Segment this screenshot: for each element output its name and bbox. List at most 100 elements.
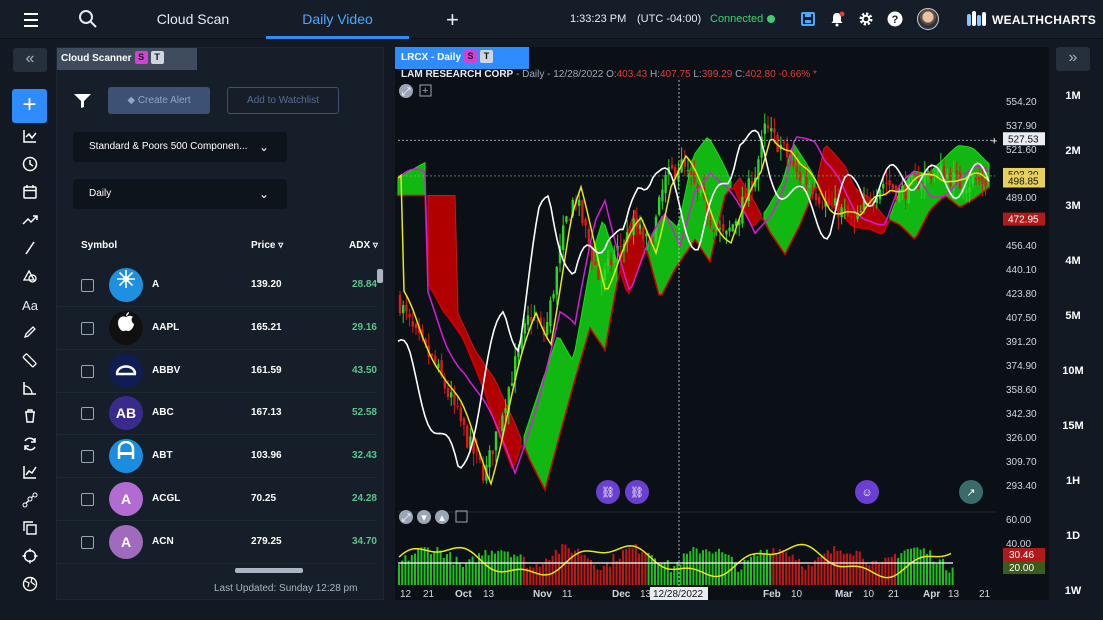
timezone[interactable]: (UTC -04:00) (637, 13, 701, 25)
candle-body (450, 392, 453, 398)
timeframe-15m[interactable]: 15M (1056, 420, 1090, 432)
timeframe-1d[interactable]: 1D (1056, 530, 1090, 542)
table-row[interactable]: AB ABC 167.13 52.58 (57, 392, 377, 436)
emoji-icon-glyph: ☺ (861, 487, 872, 499)
osc-bar (852, 555, 855, 585)
row-checkbox[interactable] (81, 321, 94, 335)
adx-filter-icon[interactable]: ▿ (373, 240, 378, 251)
price-chart[interactable]: 60.0040.0030.4620.00 554.20537.90521.605… (395, 47, 1049, 600)
tab-cloud-scanner[interactable]: Cloud Scanner S T (57, 48, 197, 70)
candle-body (843, 209, 846, 211)
row-symbol[interactable]: ACGL (152, 493, 180, 504)
create-alert-button[interactable]: ◆ Create Alert (108, 87, 210, 114)
row-symbol[interactable]: ABBV (152, 365, 180, 376)
horizontal-scrollbar[interactable] (235, 568, 303, 573)
timeframe-1w[interactable]: 1W (1056, 585, 1090, 597)
company-logo-text: A (120, 533, 132, 550)
row-adx: 52.58 (351, 407, 377, 419)
search-icon[interactable] (78, 9, 98, 34)
col-adx-header[interactable]: ADX ▿ (349, 240, 378, 251)
add-to-watchlist-button[interactable]: Add to Watchlist (227, 87, 339, 114)
osc-bar (538, 566, 541, 585)
row-symbol[interactable]: AAPL (152, 322, 179, 333)
osc-bar (855, 550, 858, 585)
price-tick-label: 342.30 (1006, 409, 1037, 420)
collapse-left-button[interactable]: « (13, 48, 47, 72)
price-filter-icon[interactable]: ▿ (278, 240, 283, 251)
table-row[interactable]: A ACGL 70.25 24.28 (57, 478, 377, 521)
tab-cloud-scan[interactable]: Cloud Scan (145, 0, 241, 39)
candle-body (405, 304, 408, 312)
trend-arrow-icon[interactable] (20, 212, 40, 232)
row-checkbox[interactable] (81, 493, 94, 506)
row-symbol[interactable]: ACN (152, 536, 174, 547)
refresh-icon[interactable] (20, 436, 40, 456)
chart-panel[interactable]: LRCX - Daily S T LAM RESEARCH CORP - Daily… (395, 47, 1049, 600)
table-row[interactable]: AAPL 165.21 29.16 (57, 307, 377, 350)
shapes-icon[interactable] (20, 268, 40, 288)
help-icon[interactable]: ? (887, 11, 903, 27)
table-row[interactable]: ABBV 161.59 43.50 (57, 350, 377, 393)
row-checkbox[interactable] (81, 450, 94, 464)
timeframe-3m[interactable]: 3M (1056, 200, 1090, 212)
gear-icon[interactable] (858, 11, 874, 27)
candle-body (981, 175, 984, 184)
table-row[interactable]: ABT 103.96 32.43 (57, 435, 377, 479)
badge-t[interactable]: T (150, 51, 164, 64)
col-symbol-header[interactable]: Symbol (81, 240, 117, 251)
candle-body (619, 245, 622, 248)
candle-body (728, 227, 731, 232)
ruler-icon[interactable] (20, 352, 40, 372)
osc-bar (455, 556, 458, 585)
osc-bar (532, 567, 535, 585)
candle-body (459, 407, 462, 422)
row-checkbox[interactable] (81, 279, 94, 292)
timeframe-2m[interactable]: 2M (1056, 145, 1090, 157)
row-checkbox[interactable] (81, 364, 94, 378)
target-icon[interactable] (20, 548, 40, 568)
filter-icon[interactable] (74, 94, 91, 113)
trash-icon[interactable] (20, 408, 40, 428)
universe-select[interactable]: Standard & Poors 500 Componen... ⌄ (73, 132, 287, 162)
timeframe-4m[interactable]: 4M (1056, 255, 1090, 267)
interval-select[interactable]: Daily ⌄ (73, 179, 287, 209)
osc-bar (631, 548, 634, 585)
timeframe-1m[interactable]: 1M (1056, 90, 1090, 102)
tab-daily-video[interactable]: Daily Video (266, 0, 409, 39)
avatar[interactable] (917, 8, 939, 30)
col-price-header[interactable]: Price ▿ (251, 240, 283, 251)
pencil-icon[interactable] (20, 324, 40, 344)
row-checkbox[interactable] (81, 535, 94, 549)
menu-icon[interactable] (24, 10, 48, 30)
line-tool-icon[interactable] (20, 240, 40, 260)
timeframe-1h[interactable]: 1H (1056, 475, 1090, 487)
collapse-right-button[interactable]: » (1056, 47, 1090, 71)
nodes-icon[interactable] (20, 492, 40, 512)
measure-icon[interactable] (20, 380, 40, 400)
candle-body (971, 177, 974, 184)
row-symbol[interactable]: ABC (152, 407, 174, 418)
row-symbol[interactable]: A (152, 279, 159, 290)
vertical-scrollbar[interactable] (377, 269, 383, 283)
add-tab-icon[interactable]: + (446, 7, 459, 33)
indicator-icon[interactable] (20, 128, 40, 148)
row-price: 167.13 (251, 407, 282, 419)
copy-icon[interactable] (20, 520, 40, 540)
timeframe-10m[interactable]: 10M (1056, 365, 1090, 377)
globe-icon[interactable] (20, 576, 40, 596)
osc-bar (670, 571, 672, 585)
row-checkbox[interactable] (81, 407, 94, 421)
save-icon[interactable] (800, 11, 816, 27)
chart-icon[interactable] (20, 464, 40, 484)
calendar-icon[interactable] (20, 184, 40, 204)
bell-icon[interactable] (829, 11, 845, 27)
row-symbol[interactable]: ABT (152, 450, 173, 461)
table-row[interactable]: A 139.20 28.84 (57, 264, 377, 307)
text-tool-icon[interactable]: Aa (20, 296, 40, 316)
badge-s[interactable]: S (134, 51, 148, 64)
add-tool-button[interactable]: + (12, 89, 47, 123)
table-row[interactable]: A ACN 279.25 34.70 (57, 521, 377, 564)
clock-icon[interactable] (20, 156, 40, 176)
candle-body (901, 185, 904, 191)
timeframe-5m[interactable]: 5M (1056, 310, 1090, 322)
